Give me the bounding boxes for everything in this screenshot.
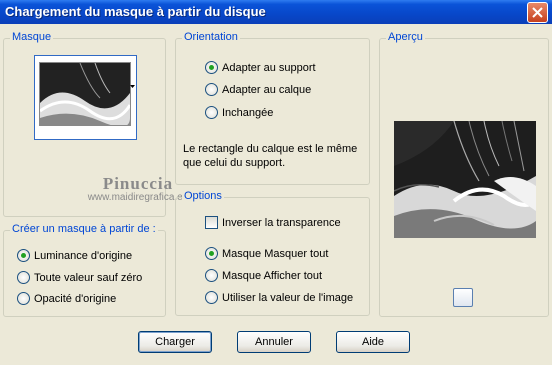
close-icon bbox=[532, 7, 543, 18]
checkbox-inverser[interactable]: Inverser la transparence bbox=[205, 216, 341, 229]
radio-label: Luminance d'origine bbox=[34, 249, 133, 262]
masque-label: Masque bbox=[10, 31, 54, 43]
window-title: Chargement du masque à partir du disque bbox=[5, 4, 266, 19]
chevron-down-icon bbox=[130, 85, 135, 88]
radio-label: Masque Masquer tout bbox=[222, 247, 329, 260]
radio-label: Toute valeur sauf zéro bbox=[34, 271, 143, 284]
radio-opacite[interactable]: Opacité d'origine bbox=[17, 292, 116, 305]
radio-label: Opacité d'origine bbox=[34, 292, 117, 305]
radio-toute-valeur[interactable]: Toute valeur sauf zéro bbox=[17, 271, 142, 284]
apercu-label: Aperçu bbox=[386, 31, 425, 43]
radio-indicator bbox=[17, 271, 30, 284]
title-bar: Chargement du masque à partir du disque bbox=[0, 0, 552, 24]
radio-label: Adapter au calque bbox=[222, 83, 312, 96]
orientation-label: Orientation bbox=[182, 31, 240, 43]
checkbox-label: Inverser la transparence bbox=[222, 216, 341, 229]
radio-afficher-tout[interactable]: Masque Afficher tout bbox=[205, 269, 322, 282]
radio-adapter-support[interactable]: Adapter au support bbox=[205, 61, 316, 74]
radio-label: Utiliser la valeur de l'image bbox=[222, 291, 354, 304]
checkbox-indicator bbox=[205, 216, 218, 229]
radio-indicator bbox=[17, 292, 30, 305]
radio-valeur-image[interactable]: Utiliser la valeur de l'image bbox=[205, 291, 353, 304]
radio-indicator bbox=[205, 291, 218, 304]
radio-indicator bbox=[17, 249, 30, 262]
radio-luminance[interactable]: Luminance d'origine bbox=[17, 249, 132, 262]
radio-indicator bbox=[205, 106, 218, 119]
annuler-button[interactable]: Annuler bbox=[237, 331, 311, 353]
radio-adapter-calque[interactable]: Adapter au calque bbox=[205, 83, 311, 96]
charger-button[interactable]: Charger bbox=[138, 331, 212, 353]
preview-image bbox=[393, 120, 538, 238]
radio-label: Masque Afficher tout bbox=[222, 269, 323, 282]
radio-masquer-tout[interactable]: Masque Masquer tout bbox=[205, 247, 328, 260]
close-button[interactable] bbox=[527, 2, 548, 23]
orientation-description: Le rectangle du calque est le même que c… bbox=[183, 143, 358, 169]
creer-label: Créer un masque à partir de : bbox=[10, 223, 158, 235]
radio-indicator bbox=[205, 61, 218, 74]
options-label: Options bbox=[182, 190, 224, 202]
radio-indicator bbox=[205, 269, 218, 282]
aide-button[interactable]: Aide bbox=[336, 331, 410, 353]
radio-indicator bbox=[205, 83, 218, 96]
preview-toggle-button[interactable] bbox=[453, 288, 473, 307]
radio-inchangee[interactable]: Inchangée bbox=[205, 106, 273, 119]
mask-picker[interactable] bbox=[34, 55, 137, 140]
radio-label: Inchangée bbox=[222, 106, 274, 119]
radio-label: Adapter au support bbox=[222, 61, 316, 74]
radio-indicator bbox=[205, 247, 218, 260]
mask-thumbnail bbox=[39, 62, 132, 127]
